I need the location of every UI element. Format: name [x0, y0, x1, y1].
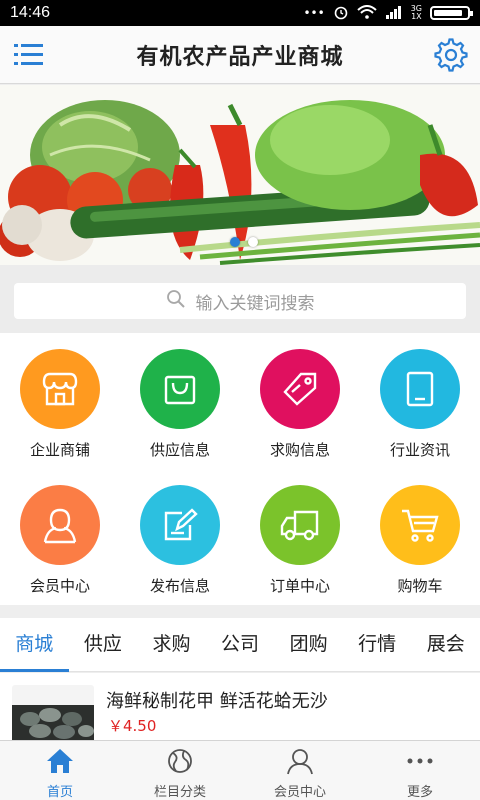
product-name: 海鲜秘制花甲 鲜活花蛤无沙: [106, 691, 328, 712]
search-area: 输入关键词搜索: [0, 265, 480, 333]
grid-label-purchase: 求购信息: [269, 441, 330, 459]
wifi-icon: [357, 4, 377, 22]
tab-mall[interactable]: 商城: [0, 618, 69, 672]
tab-supply[interactable]: 供应: [69, 618, 138, 672]
truck-icon: [260, 485, 340, 565]
list-item[interactable]: 海鲜秘制花甲 鲜活花蛤无沙 ￥4.50: [0, 673, 480, 743]
tab-purchase[interactable]: 求购: [137, 618, 206, 672]
nav-home[interactable]: 首页: [0, 741, 120, 800]
user-icon: [20, 485, 100, 565]
nav-label-category: 栏目分类: [153, 785, 206, 800]
grid-item-member[interactable]: 会员中心: [0, 469, 120, 605]
grid-label-store: 企业商铺: [29, 441, 90, 459]
page-title: 有机农产品产业商城: [136, 44, 344, 70]
tab-group-buy[interactable]: 团购: [274, 618, 343, 672]
search-placeholder: 输入关键词搜索: [195, 293, 315, 314]
battery-icon: [430, 6, 473, 20]
carousel-dot-2[interactable]: [248, 237, 258, 247]
grid-item-store[interactable]: 企业商铺: [0, 333, 120, 469]
price-tag-icon: [260, 349, 340, 429]
grid-label-publish: 发布信息: [149, 577, 210, 595]
search-icon: [166, 289, 186, 314]
grid-label-supply: 供应信息: [149, 441, 210, 459]
product-thumbnail: [12, 685, 94, 743]
carousel-indicator: [230, 237, 258, 247]
app-header: 有机农产品产业商城: [0, 26, 480, 84]
grid-item-cart[interactable]: 购物车: [360, 469, 480, 605]
grid-label-cart: 购物车: [397, 577, 443, 595]
gear-icon[interactable]: [434, 38, 468, 72]
status-time: 14:46: [10, 4, 51, 21]
status-icons: ••• 3G 1X: [303, 4, 473, 23]
nav-category[interactable]: 栏目分类: [120, 741, 240, 800]
nav-label-more: 更多: [406, 785, 433, 800]
shopping-bag-icon: [140, 349, 220, 429]
hamburger-menu-icon[interactable]: [14, 42, 44, 68]
nav-member[interactable]: 会员中心: [240, 741, 360, 800]
grid-item-publish[interactable]: 发布信息: [120, 469, 240, 605]
home-icon: [45, 749, 75, 779]
grid-item-news[interactable]: 行业资讯: [360, 333, 480, 469]
nav-label-home: 首页: [46, 785, 73, 800]
more-dots-icon: [405, 758, 435, 779]
shopping-cart-icon: [380, 485, 460, 565]
grid-item-orders[interactable]: 订单中心: [240, 469, 360, 605]
network-type: 3G 1X: [411, 5, 422, 21]
edit-icon: [140, 485, 220, 565]
network-sub-label: 1X: [411, 12, 422, 21]
bottom-navigation: 首页 栏目分类 会员中心 更多: [0, 740, 480, 800]
alarm-icon: [333, 4, 349, 23]
product-price: ￥4.50: [108, 717, 157, 735]
tab-expo[interactable]: 展会: [411, 618, 480, 672]
category-tabs: 商城 供应 求购 公司 团购 行情 展会: [0, 618, 480, 672]
feature-grid: 企业商铺 供应信息 求购信息 行业资讯 会员中心 发布信息 订单中心 购物车: [0, 333, 480, 605]
nav-label-member: 会员中心: [273, 785, 326, 800]
grid-item-purchase[interactable]: 求购信息: [240, 333, 360, 469]
grid-label-orders: 订单中心: [269, 577, 330, 595]
store-icon: [20, 349, 100, 429]
category-globe-icon: [165, 749, 195, 779]
user-icon: [285, 749, 315, 779]
tablet-icon: [380, 349, 460, 429]
carousel-dot-1[interactable]: [230, 237, 240, 247]
status-bar: 14:46 ••• 3G 1X: [0, 0, 480, 26]
grid-label-member: 会员中心: [29, 577, 90, 595]
grid-item-supply[interactable]: 供应信息: [120, 333, 240, 469]
search-input[interactable]: 输入关键词搜索: [14, 283, 466, 319]
tab-company[interactable]: 公司: [206, 618, 275, 672]
tab-market[interactable]: 行情: [343, 618, 412, 672]
nav-more[interactable]: 更多: [360, 741, 480, 800]
more-dots-icon: •••: [303, 6, 325, 20]
signal-icon: [385, 5, 403, 22]
grid-label-news: 行业资讯: [389, 441, 450, 459]
